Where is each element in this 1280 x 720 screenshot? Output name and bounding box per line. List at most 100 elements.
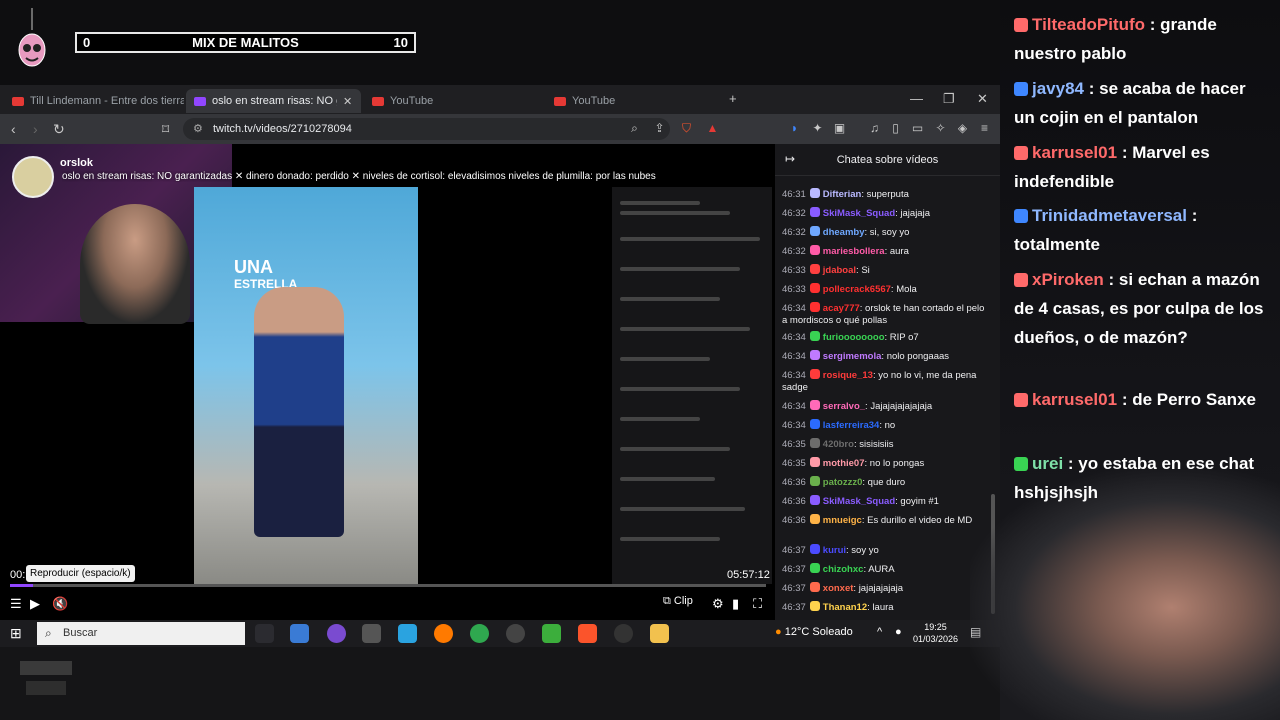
- chat-timestamp: 46:37: [782, 564, 806, 575]
- chat-username[interactable]: acay777: [823, 303, 860, 314]
- chat-username[interactable]: lasferreira34: [823, 420, 880, 431]
- chat-message: 46:35 420bro: sisisisiis: [782, 438, 988, 451]
- weather-text: 12°C Soleado: [784, 626, 853, 638]
- share-icon[interactable]: ⇪: [653, 122, 666, 135]
- tab-twitch-video[interactable]: oslo en stream risas: NO g ✕: [186, 89, 361, 113]
- sidebar-icon[interactable]: ▯: [889, 122, 902, 135]
- channel-name[interactable]: orslok: [60, 157, 93, 169]
- minimize-icon[interactable]: —: [910, 91, 923, 106]
- chat-username[interactable]: sergimemola: [823, 351, 882, 362]
- chat-username[interactable]: serralvo_: [823, 401, 865, 412]
- chat-username[interactable]: SkiMask_Squad: [823, 208, 895, 219]
- file-explorer-icon[interactable]: [650, 624, 669, 643]
- chat-username[interactable]: Thanan12: [823, 602, 867, 613]
- close-window-icon[interactable]: ✕: [977, 91, 988, 107]
- reader-icon[interactable]: ▣: [833, 122, 846, 135]
- tab-youtube-1[interactable]: YouTube: [364, 89, 544, 113]
- menu-icon[interactable]: ≡: [978, 122, 991, 135]
- chapters-icon[interactable]: ☰: [10, 596, 22, 612]
- close-tab-icon[interactable]: ✕: [343, 95, 352, 108]
- tab-youtube-2[interactable]: YouTube: [546, 89, 726, 113]
- chat-timestamp: 46:34: [782, 370, 806, 381]
- chat-username[interactable]: 420bro: [823, 439, 854, 450]
- chat-username[interactable]: mariesbollera: [823, 246, 885, 257]
- clock-time: 19:25: [924, 622, 947, 632]
- chat-text: Es durillo el video de MD: [867, 515, 973, 526]
- music-icon[interactable]: ♫: [868, 122, 881, 135]
- restore-icon[interactable]: ❐: [943, 91, 955, 107]
- chat-username[interactable]: patozzz0: [823, 477, 863, 488]
- bookmark-icon[interactable]: ⌑: [162, 121, 169, 138]
- chat-username[interactable]: rosique_13: [823, 370, 873, 381]
- task-view-icon[interactable]: [255, 624, 274, 643]
- clip-label: Clip: [673, 595, 693, 607]
- chat-text: aura: [889, 246, 909, 257]
- microphone-icon[interactable]: ●: [895, 626, 902, 638]
- chat-username[interactable]: kurui: [823, 545, 846, 556]
- url-field[interactable]: ⚙ twitch.tv/videos/2710278094: [183, 118, 670, 140]
- xbox-icon[interactable]: [542, 624, 561, 643]
- extensions-icon[interactable]: ✦: [811, 122, 824, 135]
- progress-bar[interactable]: [10, 584, 766, 587]
- reload-icon[interactable]: ↻: [53, 121, 65, 138]
- brave-shield-icon[interactable]: ⛉: [680, 122, 693, 135]
- mute-icon[interactable]: 🔇: [52, 596, 68, 612]
- weather-widget[interactable]: ● 12°C Soleado: [775, 626, 853, 638]
- chat-badge-icon: [809, 582, 820, 592]
- chat-username[interactable]: jdaboal: [823, 265, 856, 276]
- windows-start-icon[interactable]: ⊞: [10, 625, 22, 642]
- tab-till-lindemann[interactable]: Till Lindemann - Entre dos tierras (Of: [4, 89, 184, 113]
- taskbar-clock[interactable]: 19:25 01/03/2026: [913, 621, 958, 645]
- store-icon[interactable]: [290, 624, 309, 643]
- zoom-icon[interactable]: ⌕: [628, 122, 641, 135]
- channel-avatar[interactable]: [12, 156, 54, 198]
- forward-icon[interactable]: ›: [33, 121, 38, 137]
- taskbar-search[interactable]: ⌕ Buscar: [37, 622, 245, 645]
- chrome-icon[interactable]: [470, 624, 489, 643]
- media-player-icon[interactable]: [506, 624, 525, 643]
- tray-expand-icon[interactable]: ^: [877, 626, 882, 638]
- theatre-mode-icon[interactable]: ▮: [732, 596, 739, 612]
- chat-username[interactable]: furioooooooo: [823, 332, 885, 343]
- telegram-icon[interactable]: [398, 624, 417, 643]
- app-icon[interactable]: [362, 624, 381, 643]
- chat-username[interactable]: pollecrack6567: [823, 284, 891, 295]
- vpn-icon[interactable]: ◈: [956, 122, 969, 135]
- fullscreen-icon[interactable]: ⛶: [753, 596, 762, 612]
- play-icon[interactable]: ▶: [30, 596, 40, 612]
- chat-username[interactable]: Difterian: [823, 189, 862, 200]
- brave-icon[interactable]: [578, 624, 597, 643]
- video-player[interactable]: orslok oslo en stream risas: NO garantiz…: [0, 144, 775, 620]
- collapse-chat-icon[interactable]: ↦: [785, 152, 795, 166]
- overlay-chat-username: karrusel01: [1032, 390, 1118, 409]
- obs-icon[interactable]: [614, 624, 633, 643]
- discord-icon[interactable]: [327, 624, 346, 643]
- back-icon[interactable]: ‹: [11, 121, 16, 137]
- chat-badge-icon: [809, 419, 820, 429]
- chat-message: 46:37 chizohxc: AURA: [782, 563, 988, 576]
- audio-icon[interactable]: ◗: [788, 122, 801, 135]
- chat-message: 46:34 sergimemola: nolo pongaaas: [782, 350, 988, 363]
- clip-button[interactable]: ⧉ Clip: [663, 595, 693, 608]
- leo-icon[interactable]: ✧: [934, 122, 947, 135]
- site-info-icon[interactable]: ⚙: [193, 118, 203, 140]
- browser-window: Till Lindemann - Entre dos tierras (Of o…: [0, 85, 1000, 620]
- chat-text: goyim #1: [900, 496, 939, 507]
- wallet-icon[interactable]: ▭: [911, 122, 924, 135]
- chat-username[interactable]: SkiMask_Squad: [823, 496, 895, 507]
- chat-username[interactable]: xonxet: [823, 583, 854, 594]
- chat-username[interactable]: mnueigc: [823, 515, 862, 526]
- firefox-icon[interactable]: [434, 624, 453, 643]
- comment-line: [620, 211, 730, 215]
- settings-icon[interactable]: ⚙: [712, 596, 724, 612]
- chat-username[interactable]: mothie07: [823, 458, 865, 469]
- rewards-icon[interactable]: ▲: [706, 122, 719, 135]
- chat-username[interactable]: chizohxc: [823, 564, 864, 575]
- chat-message: 46:37 kurui: soy yo: [782, 544, 988, 557]
- chat-username[interactable]: dheamby: [823, 227, 865, 238]
- overlay-chat-message: karrusel01 : Marvel es indefendible: [1014, 138, 1270, 196]
- comment-line: [620, 477, 715, 481]
- new-tab-button[interactable]: +: [729, 91, 737, 106]
- chat-timestamp: 46:33: [782, 284, 806, 295]
- comment-line: [620, 417, 700, 421]
